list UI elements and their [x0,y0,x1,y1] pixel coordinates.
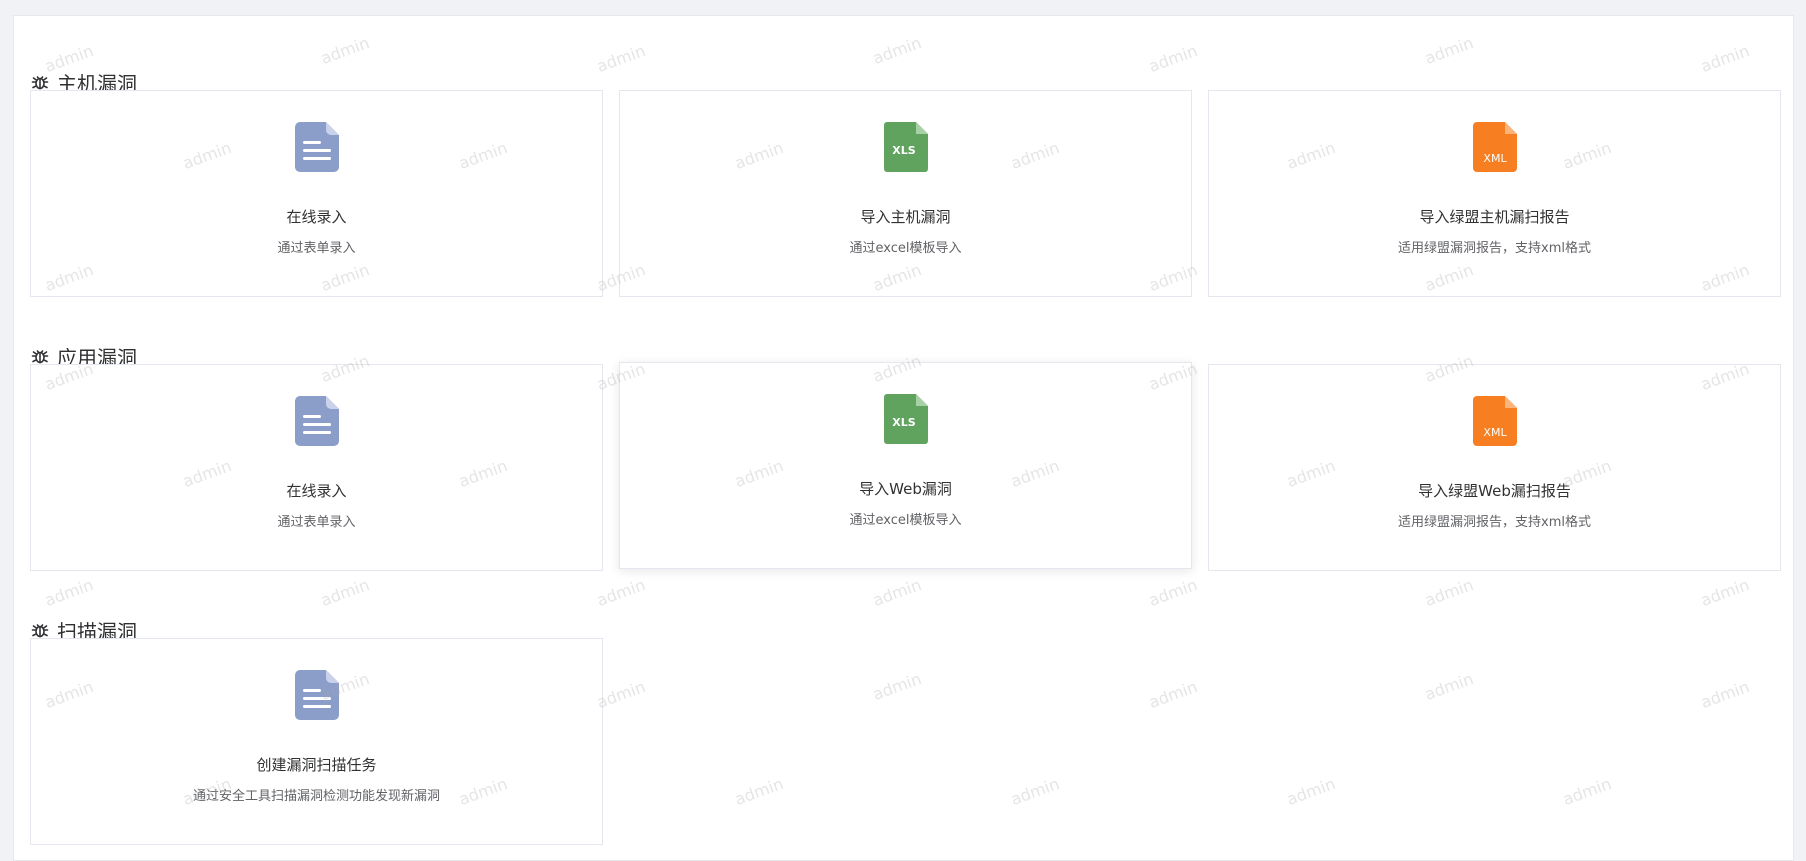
xls-label: XLS [892,144,915,157]
document-icon [294,122,339,172]
card-import-host-vulns[interactable]: XLS 导入主机漏洞 通过excel模板导入 [619,90,1192,297]
watermark-text: admin [1422,574,1476,611]
xml-file-icon: XML [1472,122,1517,172]
xml-file-icon: XML [1472,396,1517,446]
card-desc: 通过表单录入 [277,515,356,530]
document-icon [294,396,339,446]
card-import-web-vulns[interactable]: XLS 导入Web漏洞 通过excel模板导入 [619,362,1192,569]
card-title: 导入绿盟主机漏扫报告 [1419,208,1570,226]
bug-icon [31,76,49,90]
card-title: 在线录入 [286,208,347,226]
watermark-text: admin [870,32,924,69]
xml-label: XML [1483,426,1507,439]
card-title: 导入绿盟Web漏扫报告 [1418,482,1571,500]
card-desc: 通过表单录入 [277,241,356,256]
xls-file-icon: XLS [883,394,928,444]
watermark-text: admin [1698,574,1752,611]
watermark-text: admin [594,40,648,77]
watermark-text: admin [1146,40,1200,77]
card-desc: 适用绿盟漏洞报告，支持xml格式 [1398,241,1591,256]
watermark-text: admin [1560,773,1614,810]
watermark-text: admin [732,773,786,810]
xls-file-icon: XLS [883,122,928,172]
card-online-entry-app[interactable]: 在线录入 通过表单录入 [30,364,603,571]
card-title: 在线录入 [286,482,347,500]
watermark-text: admin [1284,773,1338,810]
card-desc: 通过excel模板导入 [849,513,962,528]
watermark-text: admin [318,574,372,611]
watermark-text: admin [870,668,924,705]
xls-label: XLS [892,416,915,429]
card-title: 导入Web漏洞 [859,480,952,498]
bug-icon [31,624,49,638]
card-title: 导入主机漏洞 [860,208,951,226]
watermark-text: admin [1698,676,1752,713]
watermark-text: admin [1146,676,1200,713]
card-desc: 适用绿盟漏洞报告，支持xml格式 [1398,515,1591,530]
watermark-text: admin [1008,773,1062,810]
watermark-text: admin [594,574,648,611]
card-desc: 通过excel模板导入 [849,241,962,256]
watermark-text: admin [1146,574,1200,611]
watermark-text: admin [1422,668,1476,705]
document-icon [294,670,339,720]
card-import-nsfocus-web-report[interactable]: XML 导入绿盟Web漏扫报告 适用绿盟漏洞报告，支持xml格式 [1208,364,1781,571]
bug-icon [31,350,49,364]
main-panel: 主机漏洞 在线录入 通过表单录入 XLS 导入主机漏洞 通过excel模板导入 … [13,15,1794,861]
xml-label: XML [1483,152,1507,165]
card-create-scan-task[interactable]: 创建漏洞扫描任务 通过安全工具扫描漏洞检测功能发现新漏洞 [30,638,603,845]
watermark-text: admin [1698,40,1752,77]
card-title: 创建漏洞扫描任务 [256,756,377,774]
card-desc: 通过安全工具扫描漏洞检测功能发现新漏洞 [192,789,440,804]
watermark-text: admin [1422,32,1476,69]
card-import-nsfocus-host-report[interactable]: XML 导入绿盟主机漏扫报告 适用绿盟漏洞报告，支持xml格式 [1208,90,1781,297]
watermark-text: admin [870,574,924,611]
watermark-text: admin [42,574,96,611]
watermark-text: admin [318,32,372,69]
card-online-entry-host[interactable]: 在线录入 通过表单录入 [30,90,603,297]
